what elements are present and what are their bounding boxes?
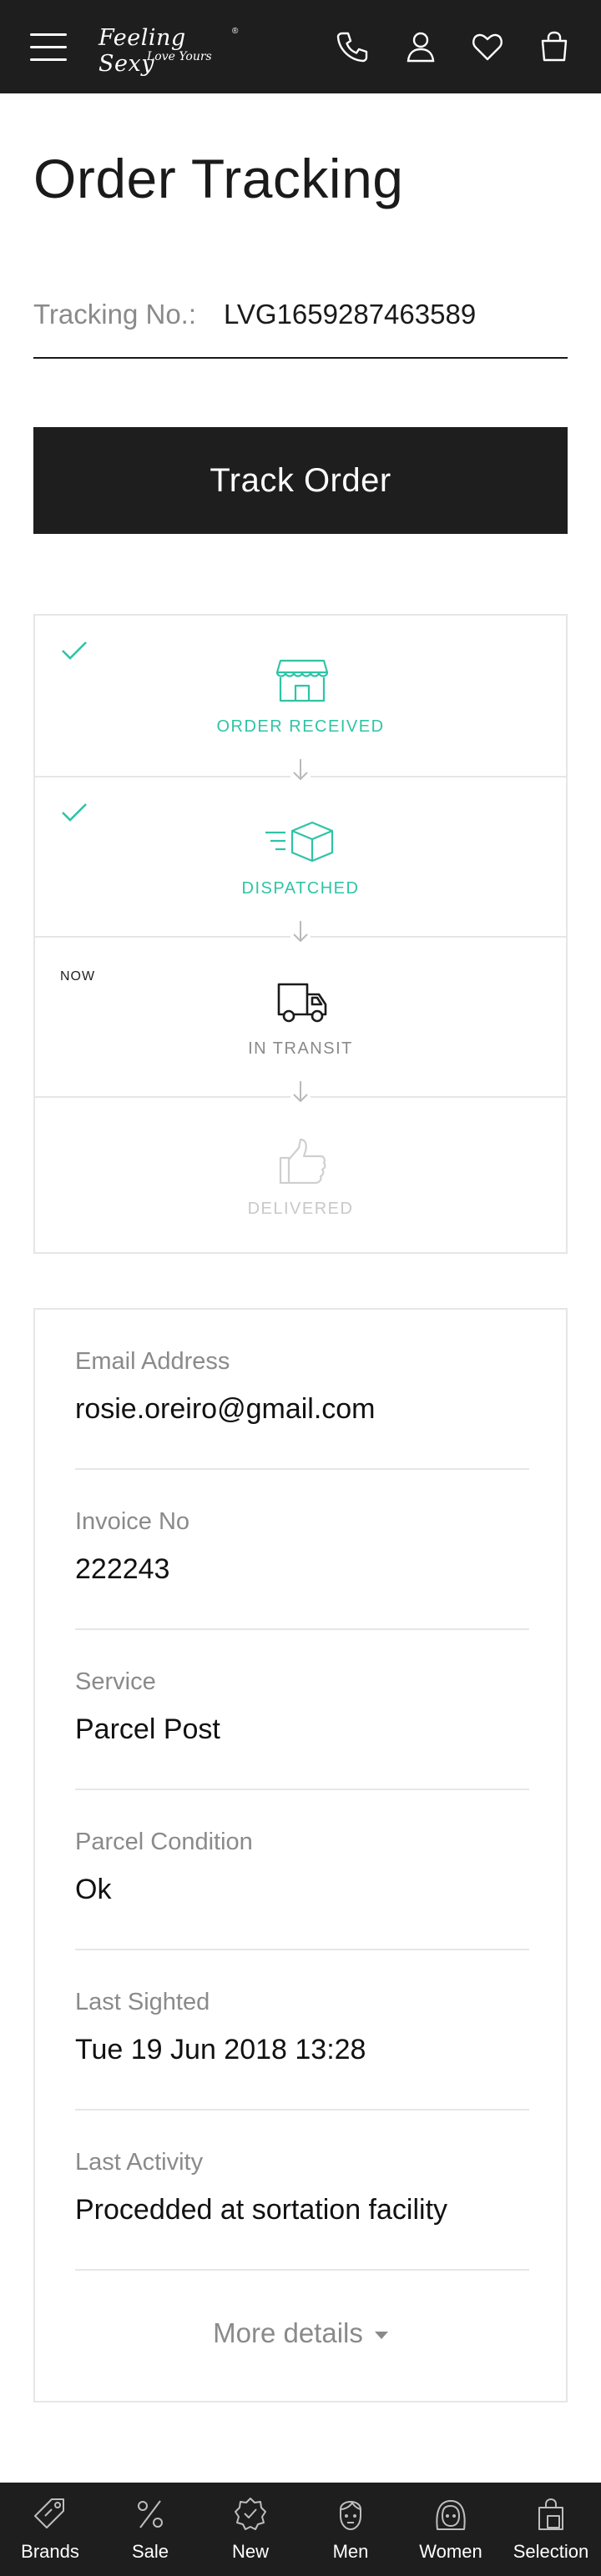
- detail-invoice: Invoice No 222243: [75, 1470, 529, 1630]
- detail-value: 222243: [75, 1553, 170, 1585]
- nav-item-selection[interactable]: Selection: [501, 2483, 601, 2576]
- bottom-navigation: Brands Sale New Men Women Selection: [0, 2483, 601, 2576]
- detail-value: Procedded at sortation facility: [75, 2194, 448, 2226]
- more-details-label: More details: [213, 2317, 363, 2348]
- bag-icon[interactable]: [536, 28, 573, 65]
- detail-label: Email Address: [75, 1348, 230, 1375]
- step-in-transit: NOW IN TRANSIT: [35, 936, 566, 1106]
- detail-value: Tue 19 Jun 2018 13:28: [75, 2034, 366, 2065]
- selection-bag-icon: [538, 2498, 563, 2530]
- step-label: DISPATCHED: [241, 879, 360, 898]
- page-title: Order Tracking: [33, 148, 404, 209]
- nav-label: Selection: [513, 2541, 589, 2562]
- nav-label: Sale: [131, 2541, 169, 2562]
- nav-item-sale[interactable]: Sale: [100, 2483, 200, 2576]
- nav-label: Men: [332, 2541, 369, 2562]
- detail-value: Parcel Post: [75, 1713, 220, 1745]
- thumbs-up-icon: [279, 1138, 326, 1185]
- logo[interactable]: Feeling Sexy Love Yours ®: [98, 23, 240, 77]
- detail-parcel-condition: Parcel Condition Ok: [75, 1790, 529, 1950]
- now-indicator: NOW: [60, 969, 96, 984]
- menu-icon[interactable]: [30, 32, 67, 62]
- nav-item-men[interactable]: Men: [300, 2483, 401, 2576]
- badge-icon: [235, 2498, 266, 2530]
- nav-label: Brands: [21, 2541, 79, 2562]
- detail-service: Service Parcel Post: [75, 1630, 529, 1790]
- arrow-down-icon: [290, 1078, 311, 1106]
- tracking-label: Tracking No.:: [33, 299, 197, 330]
- tracking-field[interactable]: Tracking No.:: [33, 292, 568, 359]
- top-bar: Feeling Sexy Love Yours ®: [0, 0, 601, 93]
- caret-down-icon: [374, 2331, 388, 2339]
- detail-label: Last Sighted: [75, 1989, 210, 2015]
- step-delivered: DELIVERED: [35, 1096, 566, 1256]
- tracking-progress: ORDER RECEIVED DISPATCHED NOW IN TRANSIT…: [33, 614, 568, 1254]
- truck-icon: [277, 983, 327, 1023]
- step-label: ORDER RECEIVED: [216, 717, 385, 736]
- arrow-down-icon: [290, 918, 311, 946]
- phone-icon[interactable]: [334, 28, 371, 65]
- detail-label: Last Activity: [75, 2149, 204, 2176]
- detail-label: Invoice No: [75, 1508, 190, 1535]
- nav-item-women[interactable]: Women: [401, 2483, 501, 2576]
- woman-icon: [436, 2500, 466, 2530]
- step-order-received: ORDER RECEIVED: [35, 616, 566, 784]
- tracking-number-input[interactable]: [224, 299, 558, 330]
- logo-registered-mark: ®: [232, 27, 239, 36]
- nav-label: New: [231, 2541, 269, 2562]
- detail-last-sighted: Last Sighted Tue 19 Jun 2018 13:28: [75, 1950, 529, 2111]
- nav-item-brands[interactable]: Brands: [0, 2483, 100, 2576]
- more-details-button[interactable]: More details: [35, 2317, 566, 2349]
- percent-icon: [138, 2500, 163, 2528]
- detail-label: Service: [75, 1668, 156, 1695]
- arrow-down-icon: [290, 756, 311, 784]
- logo-tagline: Love Yours: [147, 50, 212, 63]
- store-icon: [275, 659, 329, 702]
- track-order-button[interactable]: Track Order: [33, 427, 568, 534]
- tag-icon: [34, 2498, 64, 2528]
- nav-label: Women: [419, 2541, 482, 2562]
- box-icon: [265, 821, 334, 863]
- step-label: DELIVERED: [247, 1200, 354, 1218]
- detail-value: rosie.oreiro@gmail.com: [75, 1393, 376, 1425]
- heart-icon[interactable]: [469, 28, 506, 65]
- detail-value: Ok: [75, 1874, 112, 1905]
- nav-item-new[interactable]: New: [200, 2483, 300, 2576]
- check-icon: [62, 803, 87, 822]
- check-icon: [62, 641, 87, 660]
- order-details: Email Address rosie.oreiro@gmail.com Inv…: [33, 1308, 568, 2402]
- man-icon: [340, 2501, 361, 2530]
- detail-label: Parcel Condition: [75, 1829, 253, 1855]
- detail-last-activity: Last Activity Procedded at sortation fac…: [75, 2111, 529, 2271]
- user-icon[interactable]: [402, 28, 439, 65]
- step-dispatched: DISPATCHED: [35, 776, 566, 946]
- detail-email: Email Address rosie.oreiro@gmail.com: [75, 1310, 529, 1470]
- step-label: IN TRANSIT: [248, 1039, 353, 1058]
